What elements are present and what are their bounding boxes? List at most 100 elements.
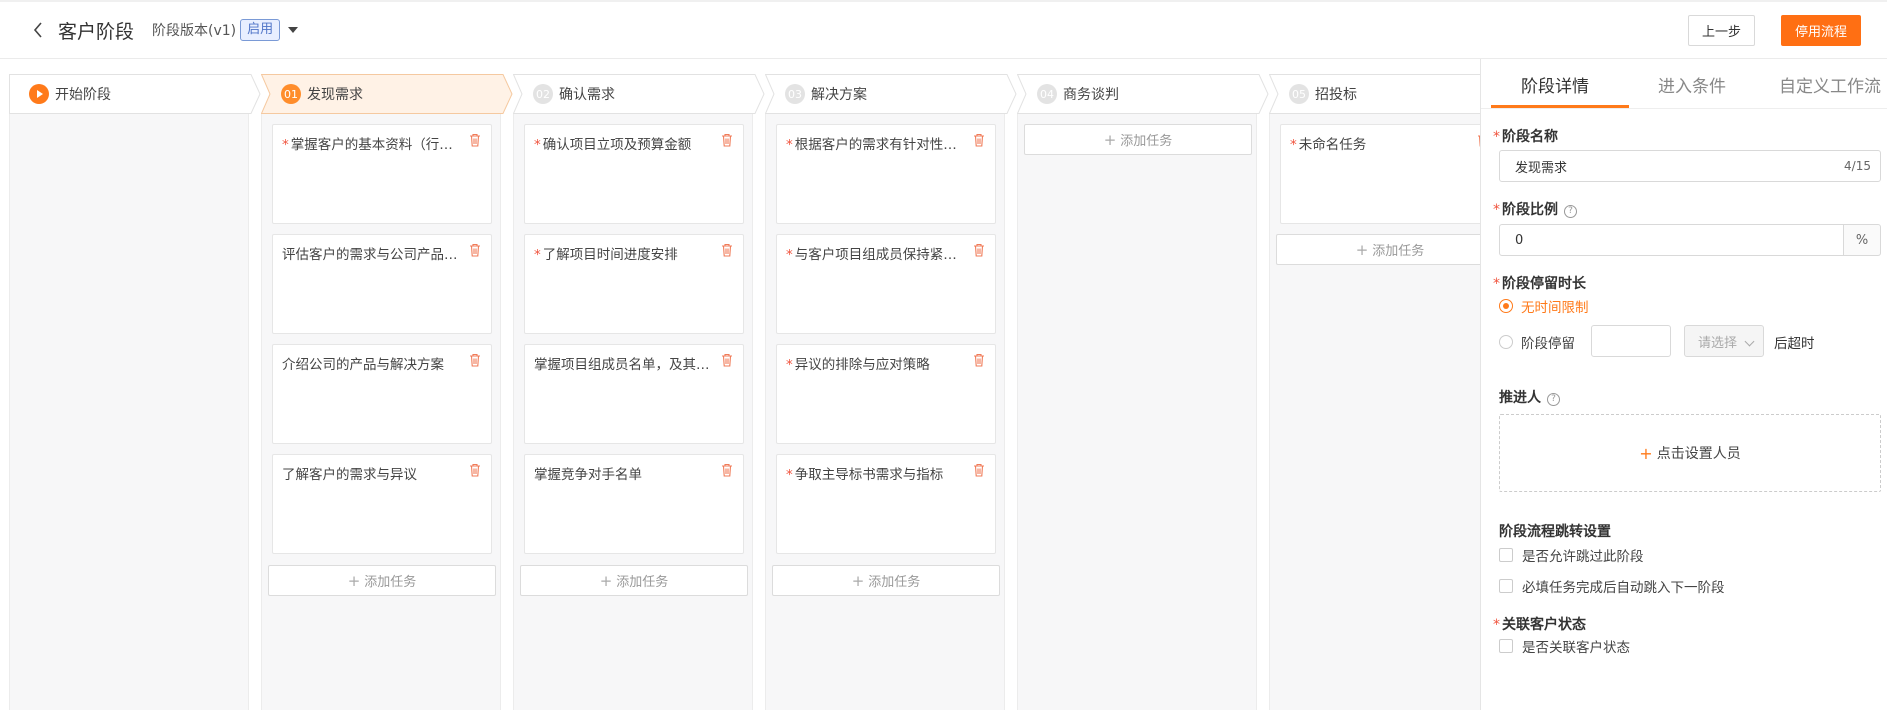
stay-prefix-label: 阶段停留 [1521,336,1575,352]
radio-no-limit[interactable] [1499,299,1513,313]
task-title: 评估客户的需求与公司产品匹配度 [282,247,462,263]
stage-header-start[interactable]: 开始阶段 [9,74,261,114]
link-status-label: 是否关联客户状态 [1522,640,1630,656]
task-card[interactable]: * 了解项目时间进度安排 [524,234,744,334]
task-title: 确认项目立项及预算金额 [542,137,692,153]
trash-icon[interactable] [973,353,985,367]
trash-icon[interactable] [721,243,733,257]
panel-tabs: 阶段详情 进入条件 自定义工作流 [1481,59,1887,109]
stage-label: 招投标 [1315,87,1357,103]
stage-board: 开始阶段 01 发现需求 02 确认需求 03 解决方案 04 商务谈判 05 招投标 *… [0,59,1480,710]
trash-icon[interactable] [469,353,481,367]
stage-label: 解决方案 [811,87,867,103]
allow-skip-label: 是否允许跳过此阶段 [1522,549,1644,565]
stage-header-02[interactable]: 02 确认需求 [513,74,765,114]
task-title: 介绍公司的产品与解决方案 [282,357,444,373]
timeout-suffix-label: 后超时 [1774,336,1815,352]
stage-number: 02 [533,84,553,104]
task-card[interactable]: 掌握竞争对手名单 [524,454,744,554]
stage-header-03[interactable]: 03 解决方案 [765,74,1017,114]
help-icon[interactable]: ? [1547,393,1560,406]
link-status-checkbox[interactable] [1499,639,1513,653]
add-task-button[interactable]: + 添加任务 [1024,124,1252,155]
trash-icon[interactable] [721,353,733,367]
allow-skip-checkbox[interactable] [1499,548,1513,562]
page-title: 客户阶段 [58,20,135,43]
add-task-button[interactable]: + 添加任务 [1276,234,1480,265]
task-card[interactable]: *掌握客户的基本资料（行业、规模等） [272,124,492,224]
trash-icon[interactable] [721,463,733,477]
tab-custom-workflow[interactable]: 自定义工作流 [1779,72,1881,97]
tab-stage-detail[interactable]: 阶段详情 [1521,72,1589,97]
stage-column-02: * 确认项目立项及预算金额 * 了解项目时间进度安排 掌握项目组成员名单，及其职责 … [513,114,753,710]
chevron-down-icon [1744,336,1755,347]
help-icon[interactable]: ? [1564,205,1577,218]
task-title: 掌握竞争对手名单 [534,467,642,483]
task-card[interactable]: * 争取主导标书需求与指标 [776,454,996,554]
task-card[interactable]: 介绍公司的产品与解决方案 [272,344,492,444]
stage-label: 开始阶段 [55,87,111,103]
add-task-button[interactable]: + 添加任务 [268,565,496,596]
stage-ratio-label: * 阶段比例? [1493,199,1577,219]
radio-stay-duration[interactable] [1499,335,1513,349]
task-card[interactable]: * 未命名任务 [1280,124,1480,224]
task-title: 与客户项目组成员保持紧密联系 [794,247,966,263]
trash-icon[interactable] [973,463,985,477]
stage-header-04[interactable]: 04 商务谈判 [1017,74,1269,114]
prev-step-button[interactable]: 上一步 [1688,15,1755,46]
stage-header-05[interactable]: 05 招投标 [1269,74,1480,114]
trash-icon[interactable] [973,133,985,147]
task-title: 了解客户的需求与异议 [282,467,417,483]
stage-stay-label: * 阶段停留时长 [1493,276,1586,292]
task-card[interactable]: * 与客户项目组成员保持紧密联系 [776,234,996,334]
char-counter: 4/15 [1844,159,1871,173]
stage-column-03: *根据客户的需求有针对性地提供方案 *与客户项目组成员保持紧密联系 *异议的排除… [765,114,1005,710]
customer-status-label: * 关联客户状态 [1493,617,1586,633]
stage-header-01[interactable]: 01 发现需求 [261,74,513,114]
stage-column-01: *掌握客户的基本资料（行业、规模等） 评估客户的需求与公司产品匹配度 介绍公司的… [261,114,501,710]
task-title: 未命名任务 [1298,137,1367,153]
stage-column-start [9,114,249,710]
version-dropdown-icon[interactable] [288,27,299,33]
task-title: 异议的排除与应对策略 [794,357,930,373]
auto-jump-checkbox[interactable] [1499,579,1513,593]
task-card[interactable]: *根据客户的需求有针对性地提供方案 [776,124,996,224]
task-card[interactable]: 了解客户的需求与异议 [272,454,492,554]
trash-icon[interactable] [469,133,481,147]
stage-column-04: + 添加任务 [1017,114,1257,710]
stage-name-label: * 阶段名称 [1493,129,1558,145]
set-person-button[interactable]: + 点击设置人员 [1499,414,1881,492]
status-badge: 启用 [240,19,281,41]
promoter-label: 推进人? [1499,387,1560,407]
tab-entry-condition[interactable]: 进入条件 [1658,72,1726,97]
add-task-button[interactable]: + 添加任务 [772,565,1000,596]
tab-indicator [1491,105,1629,108]
stop-flow-button[interactable]: 停用流程 [1781,15,1861,46]
trash-icon[interactable] [721,133,733,147]
page-header: 客户阶段 阶段版本(v1) 启用 上一步 停用流程 [0,2,1887,59]
stay-unit-select[interactable]: 请选择 [1684,325,1764,357]
jump-settings-label: 阶段流程跳转设置 [1499,524,1611,540]
task-title: 掌握客户的基本资料（行业、规模等） [290,137,462,153]
task-card[interactable]: 评估客户的需求与公司产品匹配度 [272,234,492,334]
trash-icon[interactable] [469,463,481,477]
stage-name-input[interactable]: 发现需求 4/15 [1499,150,1881,182]
add-task-button[interactable]: + 添加任务 [520,565,748,596]
task-card[interactable]: * 确认项目立项及预算金额 [524,124,744,224]
task-card[interactable]: 掌握项目组成员名单，及其职责 [524,344,744,444]
back-icon[interactable] [26,18,50,42]
play-icon [29,84,49,104]
percent-suffix: % [1844,224,1881,256]
task-title: 争取主导标书需求与指标 [794,467,944,483]
task-title: 了解项目时间进度安排 [542,247,678,263]
stay-duration-input[interactable] [1591,325,1671,357]
stage-number: 03 [785,84,805,104]
no-limit-label: 无时间限制 [1521,300,1589,316]
trash-icon[interactable] [469,243,481,257]
task-card[interactable]: * 异议的排除与应对策略 [776,344,996,444]
stage-ratio-input[interactable]: 0 [1499,224,1844,256]
stage-label: 发现需求 [307,87,363,103]
task-title: 掌握项目组成员名单，及其职责 [534,357,714,373]
stage-number: 04 [1037,84,1057,104]
trash-icon[interactable] [973,243,985,257]
